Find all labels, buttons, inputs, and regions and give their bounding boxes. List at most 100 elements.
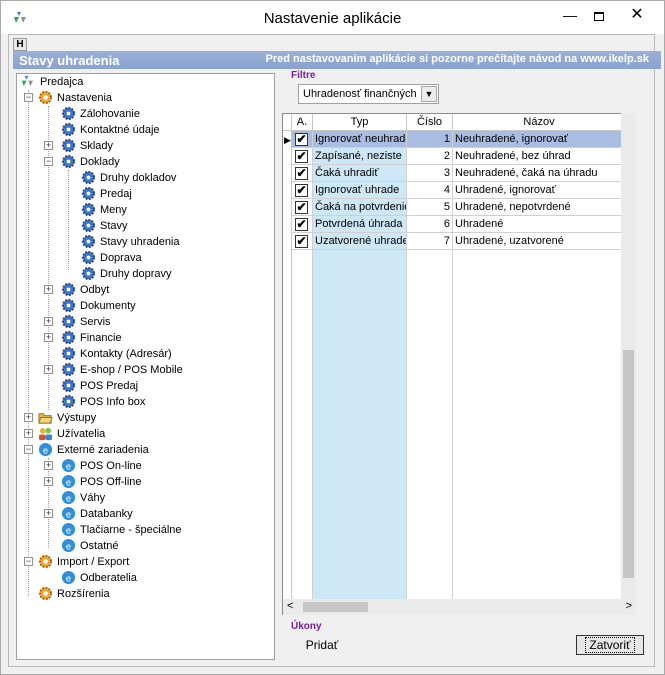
gear-blue-icon	[61, 330, 76, 345]
status-grid[interactable]: A. Typ Číslo Názov F. ▶ ✔Ignorovať neuhr…	[282, 113, 636, 615]
checkbox[interactable]: ✔	[295, 133, 308, 146]
scroll-right-arrow[interactable]: >	[626, 600, 632, 612]
app-logo-icon	[21, 75, 34, 87]
maximize-button[interactable]	[585, 5, 613, 27]
collapse-icon[interactable]: −	[24, 557, 33, 566]
typ-cell[interactable]: Čaká na potvrdenie	[313, 199, 407, 216]
scrollbar-thumb[interactable]	[303, 602, 368, 612]
expand-icon[interactable]: +	[24, 413, 33, 422]
active-cell[interactable]: ✔	[292, 199, 313, 216]
gear-blue-icon	[61, 346, 76, 361]
nazov-cell[interactable]: Uhradené, uzatvorené	[453, 233, 626, 250]
gear-orange-icon	[38, 554, 53, 569]
grid-line	[312, 250, 313, 614]
column-header-cislo[interactable]: Číslo	[407, 114, 453, 131]
active-cell[interactable]: ✔	[292, 216, 313, 233]
vertical-scrollbar[interactable]	[621, 113, 636, 601]
cislo-cell[interactable]: 6	[407, 216, 453, 233]
active-cell[interactable]: ✔	[292, 182, 313, 199]
collapse-icon[interactable]: −	[44, 157, 53, 166]
typ-cell[interactable]: Čaká uhradiť	[313, 165, 407, 182]
expand-icon[interactable]: +	[44, 509, 53, 518]
expand-icon[interactable]: +	[44, 141, 53, 150]
typ-cell[interactable]: Ignorovať neuhrade	[313, 131, 407, 148]
cislo-cell[interactable]: 5	[407, 199, 453, 216]
cislo-cell[interactable]: 4	[407, 182, 453, 199]
nazov-cell[interactable]: Uhradené	[453, 216, 626, 233]
external-device-icon: e	[61, 506, 76, 521]
tree-connector	[28, 90, 29, 596]
table-row[interactable]: ✔ Zapísané, neziste 2 Neuhradené, bez úhrad	[292, 148, 635, 165]
typ-cell[interactable]: Uzatvorené uhrade	[313, 233, 407, 250]
table-row[interactable]: ✔ Uzatvorené uhrade 7 Uhradené, uzatvorené	[292, 233, 635, 250]
horizontal-scrollbar[interactable]: < >	[283, 599, 636, 615]
expand-icon[interactable]: +	[44, 477, 53, 486]
gear-blue-icon	[81, 266, 96, 281]
table-row[interactable]: ✔ Čaká uhradiť 3 Neuhradené, čaká na úhradu	[292, 165, 635, 182]
svg-text:e: e	[66, 509, 71, 519]
gear-blue-icon	[61, 282, 76, 297]
column-header-typ[interactable]: Typ	[313, 114, 407, 131]
gear-blue-icon	[61, 362, 76, 377]
close-window-button[interactable]: ✕	[619, 5, 655, 27]
checkbox[interactable]: ✔	[295, 167, 308, 180]
expand-icon[interactable]: +	[24, 429, 33, 438]
cislo-cell[interactable]: 7	[407, 233, 453, 250]
cislo-cell[interactable]: 1	[407, 131, 453, 148]
collapse-icon[interactable]: −	[24, 445, 33, 454]
active-cell[interactable]: ✔	[292, 233, 313, 250]
minimize-button[interactable]: —	[556, 5, 584, 27]
svg-text:e: e	[66, 525, 71, 535]
typ-cell[interactable]: Potvrdená úhrada	[313, 216, 407, 233]
settings-tree[interactable]: Predajca − Nastavenia Zálohovanie Kontak…	[16, 73, 275, 660]
h-button[interactable]: H	[13, 38, 27, 51]
close-button-label: Zatvoriť	[585, 637, 635, 653]
filter-dropdown[interactable]: Uhradenosť finančných ▼	[298, 84, 439, 104]
users-icon	[38, 427, 53, 441]
checkbox[interactable]: ✔	[295, 235, 308, 248]
section-header: Stavy uhradenia Pred nastavovaním apliká…	[13, 51, 661, 69]
typ-cell[interactable]: Ignorovať uhrade	[313, 182, 407, 199]
checkbox[interactable]: ✔	[295, 218, 308, 231]
gear-blue-icon	[81, 218, 96, 233]
checkbox[interactable]: ✔	[295, 150, 308, 163]
typ-cell[interactable]: Zapísané, neziste	[313, 148, 407, 165]
checkbox[interactable]: ✔	[295, 184, 308, 197]
expand-icon[interactable]: +	[44, 317, 53, 326]
expand-icon[interactable]: +	[44, 285, 53, 294]
filter-section-label: Filtre	[291, 70, 316, 81]
table-row[interactable]: ✔ Potvrdená úhrada 6 Uhradené	[292, 216, 635, 233]
external-device-icon: e	[38, 442, 53, 457]
add-button[interactable]: Pridať	[300, 636, 344, 654]
scroll-left-arrow[interactable]: <	[287, 600, 293, 612]
column-header-active[interactable]: A.	[292, 114, 313, 131]
table-row[interactable]: ✔ Ignorovať neuhrade 1 Neuhradené, ignorova…	[292, 131, 635, 148]
folder-open-icon	[38, 413, 53, 424]
chevron-down-icon[interactable]: ▼	[421, 86, 437, 102]
expand-icon[interactable]: +	[44, 333, 53, 342]
actions-section-label: Úkony	[291, 621, 322, 632]
nazov-cell[interactable]: Neuhradené, čaká na úhradu	[453, 165, 626, 182]
nazov-cell[interactable]: Uhradené, nepotvrdené	[453, 199, 626, 216]
cislo-cell[interactable]: 2	[407, 148, 453, 165]
collapse-icon[interactable]: −	[24, 93, 33, 102]
row-indicator-column	[283, 131, 292, 614]
nazov-cell[interactable]: Neuhradené, bez úhrad	[453, 148, 626, 165]
scrollbar-thumb[interactable]	[623, 350, 634, 578]
active-cell[interactable]: ✔	[292, 131, 313, 148]
active-cell[interactable]: ✔	[292, 165, 313, 182]
table-row[interactable]: ✔ Čaká na potvrdenie 5 Uhradené, nepotvrden…	[292, 199, 635, 216]
expand-icon[interactable]: +	[44, 461, 53, 470]
nazov-cell[interactable]: Uhradené, ignorovať	[453, 182, 626, 199]
gear-blue-icon	[61, 298, 76, 313]
checkbox[interactable]: ✔	[295, 201, 308, 214]
svg-text:e: e	[66, 541, 71, 551]
active-cell[interactable]: ✔	[292, 148, 313, 165]
expand-icon[interactable]: +	[44, 365, 53, 374]
nazov-cell[interactable]: Neuhradené, ignorovať	[453, 131, 626, 148]
column-header-nazov[interactable]: Názov	[453, 114, 626, 131]
close-button[interactable]: Zatvoriť	[576, 635, 644, 655]
table-row[interactable]: ✔ Ignorovať uhrade 4 Uhradené, ignorovať	[292, 182, 635, 199]
gear-blue-icon	[61, 314, 76, 329]
cislo-cell[interactable]: 3	[407, 165, 453, 182]
